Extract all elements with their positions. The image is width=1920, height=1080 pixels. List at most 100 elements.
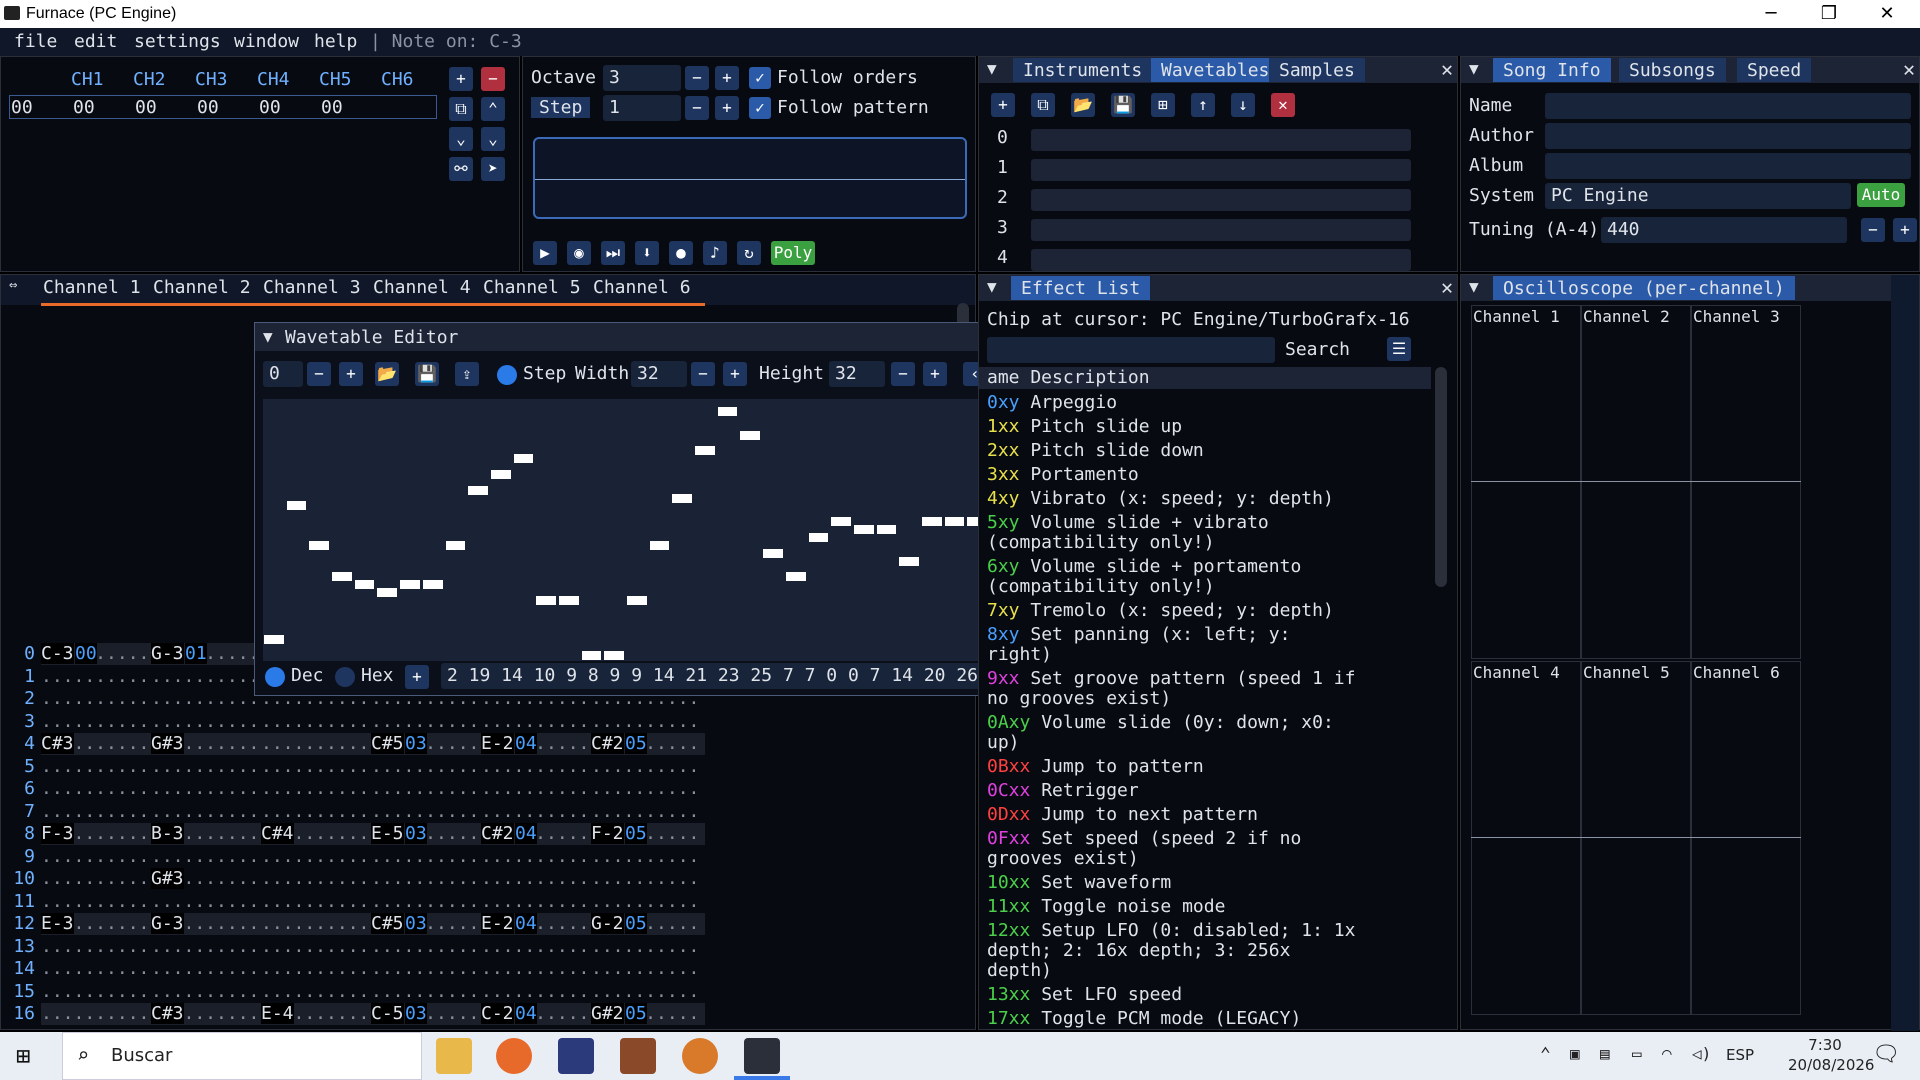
- pattern-note[interactable]: C#2: [481, 823, 514, 844]
- pattern-cell[interactable]: ..........: [151, 801, 259, 822]
- pattern-note[interactable]: E-5: [371, 823, 404, 844]
- firefox-icon[interactable]: [496, 1038, 532, 1074]
- pattern-instrument[interactable]: 04: [515, 733, 537, 754]
- pattern-instrument[interactable]: 00: [75, 643, 97, 664]
- pattern-instrument[interactable]: 04: [515, 1003, 537, 1024]
- volume-icon[interactable]: ◁): [1692, 1044, 1711, 1063]
- pattern-instrument[interactable]: 04: [515, 913, 537, 934]
- tab-speed[interactable]: Speed: [1737, 58, 1812, 82]
- file-explorer-icon[interactable]: [436, 1038, 472, 1074]
- collapse-icon[interactable]: ▼: [987, 59, 997, 78]
- pattern-cell[interactable]: ..........: [261, 756, 369, 777]
- chevron-up-icon[interactable]: ⌃: [1540, 1044, 1551, 1065]
- tree-icon[interactable]: ⊞: [1151, 93, 1175, 117]
- pattern-cell[interactable]: ..........: [41, 778, 149, 799]
- pattern-cell[interactable]: ..........: [371, 868, 479, 889]
- pattern-channel-header-5[interactable]: Channel 5: [483, 277, 581, 298]
- pattern-cell[interactable]: ..........: [151, 756, 259, 777]
- tab-subsongs[interactable]: Subsongs: [1619, 58, 1726, 82]
- height-plus-button[interactable]: +: [923, 362, 947, 386]
- pattern-cell[interactable]: ..........: [151, 711, 259, 732]
- pattern-channel-header-4[interactable]: Channel 4: [373, 277, 471, 298]
- wave-bar[interactable]: [899, 556, 919, 566]
- pattern-instrument[interactable]: 03: [405, 913, 427, 934]
- dosbox-icon[interactable]: [620, 1038, 656, 1074]
- wave-bar[interactable]: [853, 525, 874, 535]
- pattern-note[interactable]: G-2: [591, 913, 624, 934]
- pattern-cell[interactable]: ..........: [41, 958, 149, 979]
- order-row[interactable]: [9, 95, 437, 119]
- wave-canvas[interactable]: [263, 399, 989, 661]
- wave-bar[interactable]: [604, 651, 624, 660]
- expand-icon[interactable]: ⇔: [9, 277, 17, 293]
- tuning-plus-button[interactable]: +: [1893, 218, 1917, 242]
- wave-index-field[interactable]: 0: [263, 361, 303, 387]
- wave-bar[interactable]: [717, 407, 738, 416]
- pattern-cell[interactable]: ..........: [481, 846, 589, 867]
- wavetable-item-preview[interactable]: [1031, 189, 1411, 211]
- step-plus-button[interactable]: +: [715, 96, 739, 120]
- wave-bar[interactable]: [445, 540, 466, 550]
- down-icon[interactable]: ↓: [1231, 93, 1255, 117]
- link-icon[interactable]: ⚯: [449, 157, 473, 181]
- wave-bar[interactable]: [490, 469, 511, 479]
- pattern-instrument[interactable]: 03: [405, 733, 427, 754]
- plus-icon[interactable]: +: [405, 665, 429, 689]
- step-field[interactable]: 1: [603, 95, 681, 121]
- restore-button[interactable]: ❐: [1800, 0, 1858, 28]
- width-field[interactable]: 32: [631, 361, 687, 387]
- pattern-cell[interactable]: ..........: [371, 756, 479, 777]
- pattern-note[interactable]: E-2: [481, 913, 514, 934]
- wave-bar[interactable]: [627, 595, 647, 605]
- close-icon[interactable]: ✕: [1441, 275, 1453, 299]
- poly-button[interactable]: Poly: [771, 241, 815, 265]
- wave-bar[interactable]: [536, 595, 556, 605]
- pattern-note[interactable]: E-4: [261, 1003, 294, 1024]
- pattern-cell[interactable]: ..........: [591, 778, 699, 799]
- pattern-note[interactable]: C#5: [371, 913, 404, 934]
- system-field[interactable]: PC Engine: [1545, 183, 1851, 209]
- clock-time[interactable]: 7:30: [1788, 1036, 1862, 1054]
- record-icon[interactable]: ●: [669, 241, 693, 265]
- pattern-cell[interactable]: ..........: [481, 756, 589, 777]
- menu-icon[interactable]: ☰: [1387, 337, 1411, 361]
- pattern-instrument[interactable]: 05: [625, 913, 647, 934]
- pattern-cell[interactable]: ..........: [41, 688, 149, 709]
- search-box[interactable]: ⌕ Buscar: [62, 1032, 422, 1080]
- pattern-cell[interactable]: ..........: [591, 868, 699, 889]
- pattern-cell[interactable]: ..........: [41, 868, 149, 889]
- pattern-cell[interactable]: ..........: [151, 666, 259, 687]
- hex-radio[interactable]: [335, 667, 355, 687]
- pattern-cell[interactable]: ..........: [41, 936, 149, 957]
- wavetable-item-label[interactable]: 0: [997, 127, 1008, 148]
- pattern-cell[interactable]: ..........: [41, 801, 149, 822]
- open-icon[interactable]: 📂: [1071, 93, 1095, 117]
- export-icon[interactable]: ⇪: [455, 362, 479, 386]
- pattern-instrument[interactable]: 05: [625, 1003, 647, 1024]
- menu-settings[interactable]: settings: [134, 31, 221, 52]
- remove-order-button[interactable]: −: [481, 67, 505, 91]
- cursor-icon[interactable]: ➤: [481, 157, 505, 181]
- pattern-cell[interactable]: ..........: [481, 936, 589, 957]
- pattern-note[interactable]: C#2: [591, 733, 624, 754]
- wave-bar[interactable]: [581, 651, 602, 660]
- menu-file[interactable]: file: [14, 31, 57, 52]
- wave-bar[interactable]: [422, 580, 443, 590]
- notification-icon[interactable]: 🗨: [1872, 1042, 1900, 1067]
- scrollbar[interactable]: [1435, 367, 1447, 587]
- pattern-cell[interactable]: ..........: [261, 958, 369, 979]
- pattern-cell[interactable]: ..........: [371, 981, 479, 1002]
- up-icon[interactable]: ↑: [1191, 93, 1215, 117]
- pattern-cell[interactable]: ..........: [41, 981, 149, 1002]
- collapse-icon[interactable]: ▼: [1469, 277, 1479, 296]
- pattern-cell[interactable]: ..........: [371, 801, 479, 822]
- pattern-cell[interactable]: ..........: [481, 801, 589, 822]
- wave-bar[interactable]: [264, 635, 284, 645]
- move-down-button[interactable]: ⌄: [449, 127, 473, 151]
- tab-wavetables[interactable]: Wavetables: [1151, 58, 1280, 82]
- pattern-cell[interactable]: ..........: [591, 891, 699, 912]
- play-icon[interactable]: ▶: [533, 241, 557, 265]
- pattern-cell[interactable]: ..........: [591, 756, 699, 777]
- furnace-taskbar-icon[interactable]: [744, 1038, 780, 1074]
- pattern-cell[interactable]: ..........: [261, 981, 369, 1002]
